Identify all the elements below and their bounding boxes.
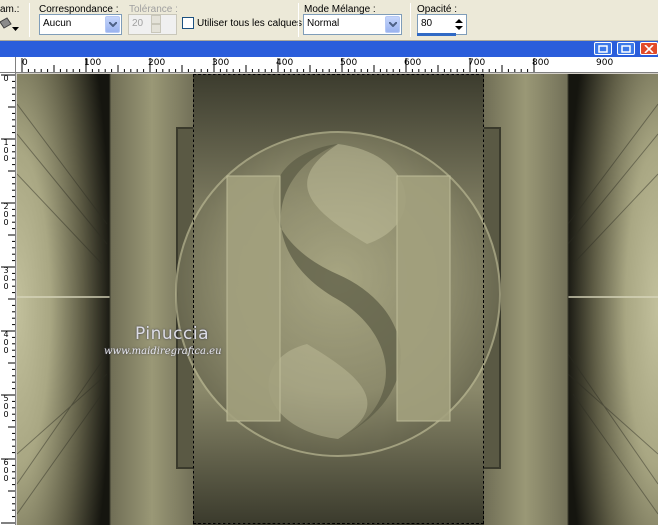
chevron-down-icon[interactable] bbox=[105, 16, 120, 33]
image-canvas[interactable]: Pinuccia www.maidiregrafica.eu bbox=[17, 74, 658, 525]
close-icon[interactable] bbox=[640, 42, 658, 55]
ruler-top-label: 300 bbox=[212, 58, 230, 68]
toolbar-separator bbox=[410, 3, 411, 37]
ruler-top[interactable]: 0 100 200 300 400 500 600 700 800 900 bbox=[16, 57, 658, 73]
sample-merged-checkbox[interactable] bbox=[182, 17, 194, 29]
ruler-top-label: 400 bbox=[276, 58, 294, 68]
ruler-top-label: 900 bbox=[596, 58, 614, 68]
ruler-top-label: 200 bbox=[148, 58, 166, 68]
tolerance-spinner bbox=[151, 15, 161, 34]
ruler-left-label: 100 bbox=[3, 138, 9, 163]
tool-options-bar: am.: Correspondance : Aucun Tolérance : … bbox=[0, 0, 658, 41]
bucket-icon[interactable] bbox=[0, 16, 12, 32]
ruler-left[interactable]: 0 100 200 300 400 500 600 bbox=[0, 73, 16, 525]
blend-mode-select[interactable]: Normal bbox=[303, 14, 402, 35]
opacity-slider-bar[interactable] bbox=[417, 33, 456, 36]
opacity-value: 80 bbox=[421, 18, 433, 29]
correspondance-value: Aucun bbox=[43, 18, 72, 29]
watermark-url: www.maidiregrafica.eu bbox=[104, 346, 222, 357]
dropdown-arrow-icon[interactable] bbox=[12, 22, 19, 34]
ruler-left-label: 200 bbox=[3, 202, 9, 227]
ruler-left-label: 400 bbox=[3, 330, 9, 355]
truncated-label: am.: bbox=[0, 4, 20, 15]
sample-merged-label: Utiliser tous les calques bbox=[197, 18, 303, 29]
ruler-top-ticks bbox=[21, 58, 535, 72]
ruler-top-label: 0 bbox=[22, 58, 28, 68]
ruler-corner bbox=[0, 57, 16, 73]
blend-mode-value: Normal bbox=[307, 18, 340, 29]
correspondance-select[interactable]: Aucun bbox=[39, 14, 122, 35]
spin-up-icon[interactable] bbox=[151, 15, 161, 24]
watermark-name: Pinuccia bbox=[135, 324, 209, 344]
chevron-down-icon[interactable] bbox=[385, 16, 400, 33]
artwork bbox=[17, 74, 658, 525]
ruler-left-label: 500 bbox=[3, 394, 9, 419]
toolbar-separator bbox=[29, 3, 30, 37]
restore-icon[interactable] bbox=[594, 42, 612, 55]
opacity-input[interactable]: 80 bbox=[417, 14, 467, 35]
toolbar-separator bbox=[298, 3, 299, 37]
tolerance-value: 20 bbox=[132, 18, 144, 29]
ruler-top-label: 100 bbox=[84, 58, 102, 68]
truncated-option-group: am.: bbox=[0, 3, 19, 15]
ruler-top-label: 800 bbox=[532, 58, 550, 68]
ruler-left-label: 600 bbox=[3, 458, 9, 483]
maximize-icon[interactable] bbox=[617, 42, 635, 55]
tolerance-spinbox[interactable]: 20 bbox=[128, 14, 177, 35]
ruler-left-label: 300 bbox=[3, 266, 9, 291]
ruler-top-label: 500 bbox=[340, 58, 358, 68]
ruler-left-label: 0 bbox=[3, 74, 9, 83]
ruler-top-label: 700 bbox=[468, 58, 486, 68]
spin-down-icon[interactable] bbox=[151, 24, 161, 33]
ruler-top-label: 600 bbox=[404, 58, 422, 68]
document-titlebar bbox=[0, 41, 658, 57]
